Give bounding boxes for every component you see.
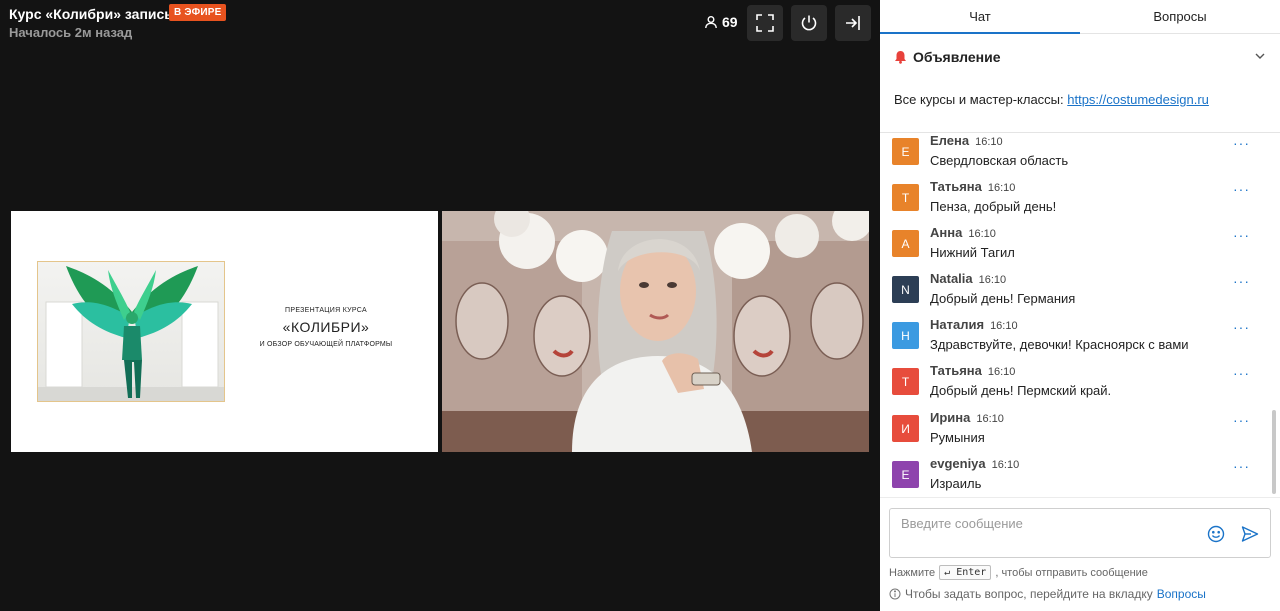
announcement-text: Все курсы и мастер-классы: [894,92,1068,107]
send-hint: Нажмите ↵ Enter , чтобы отправить сообще… [889,565,1148,580]
more-icon[interactable]: ··· [1233,365,1250,381]
send-icon[interactable] [1241,525,1259,543]
broadcast-title: Курс «Колибри» запись [9,6,173,22]
message-text: Нижний Тагил [930,245,1015,260]
message-time: 16:10 [978,274,1007,286]
live-badge: В ЭФИРЕ [169,4,227,21]
message-author: Анна 16:10 [930,225,996,240]
divider [880,497,1280,498]
message-author: Natalia 16:10 [930,271,1007,286]
bell-icon [895,51,906,64]
scrollbar[interactable] [1272,410,1276,494]
message-time: 16:10 [987,366,1016,378]
question-hint: Чтобы задать вопрос, перейдите на вкладк… [889,587,1206,601]
list-item: Т Татьяна 16:10 Пенза, добрый день! ··· [892,179,1262,223]
fullscreen-button[interactable] [747,5,783,41]
list-item: Н Наталия 16:10 Здравствуйте, девочки! Кр… [892,317,1262,361]
message-text: Здравствуйте, девочки! Красноярск с вами [930,337,1189,352]
questions-link[interactable]: Вопросы [1157,587,1206,601]
message-author: Елена 16:10 [930,133,1003,148]
message-text: Израиль [930,476,982,491]
message-time: 16:10 [990,320,1018,332]
message-author: Ирина 16:10 [930,410,1004,425]
chat-panel: Чат Вопросы Объявление Все курсы и масте… [880,0,1280,611]
announcement-link[interactable]: https://costumedesign.ru [1067,92,1209,107]
viewer-count: 69 [704,14,738,30]
avatar: E [892,461,919,488]
announcement-header[interactable]: Объявление [894,49,1001,65]
more-icon[interactable]: ··· [1233,273,1250,289]
more-icon[interactable]: ··· [1233,227,1250,243]
message-list: Е Елена 16:10 Свердловская область ··· Т … [880,133,1270,497]
exit-icon [846,16,860,30]
slide-main-title: «КОЛИБРИ» [282,319,370,335]
avatar: Т [892,368,919,395]
more-icon[interactable]: ··· [1233,135,1250,151]
avatar: N [892,276,919,303]
message-text: Румыния [930,430,985,445]
more-icon[interactable]: ··· [1233,319,1250,335]
fullscreen-icon [756,14,774,32]
power-button[interactable] [791,5,827,41]
user-icon [705,16,717,29]
slide-subtitle-bottom: И ОБЗОР ОБУЧАЮЩЕЙ ПЛАТФОРМЫ [259,341,393,348]
more-icon[interactable]: ··· [1233,412,1250,428]
avatar: Н [892,322,919,349]
tab-questions[interactable]: Вопросы [1080,0,1280,33]
list-item: E evgeniya 16:10 Израиль ··· [892,456,1262,497]
info-icon [889,588,901,600]
chevron-down-icon[interactable] [1254,50,1266,62]
message-author: Наталия 16:10 [930,317,1018,332]
more-icon[interactable]: ··· [1233,458,1250,474]
more-icon[interactable]: ··· [1233,181,1250,197]
panel-tabs: Чат Вопросы [880,0,1280,34]
broadcast-stage: Курс «Колибри» запись В ЭФИРЕ Началось 2… [0,0,880,611]
message-text: Добрый день! Пермский край. [930,383,1112,398]
message-time: 16:10 [968,228,996,240]
message-time: 16:10 [975,136,1003,148]
enter-key: ↵ Enter [939,565,992,580]
list-item: Е Елена 16:10 Свердловская область ··· [892,133,1262,177]
avatar: Е [892,138,919,165]
app-root: Курс «Колибри» запись В ЭФИРЕ Началось 2… [0,0,1280,611]
avatar: А [892,230,919,257]
message-text: Добрый день! Германия [930,291,1076,306]
avatar: И [892,415,919,442]
message-text: Свердловская область [930,153,1069,168]
message-author: evgeniya 16:10 [930,456,1020,471]
announcement-title: Объявление [913,49,1001,65]
announcement-body: Все курсы и мастер-классы: https://costu… [894,92,1209,107]
tab-chat[interactable]: Чат [880,0,1080,34]
list-item: И Ирина 16:10 Румыния ··· [892,410,1262,454]
message-input[interactable] [901,516,1191,531]
message-time: 16:10 [991,459,1020,471]
message-input-box [889,508,1271,558]
slide-photo [37,261,225,402]
presentation-slide: ПРЕЗЕНТАЦИЯ КУРСА «КОЛИБРИ» И ОБЗОР ОБУЧ… [11,211,438,452]
slide-text: ПРЕЗЕНТАЦИЯ КУРСА «КОЛИБРИ» И ОБЗОР ОБУЧ… [251,307,401,348]
list-item: Т Татьяна 16:10 Добрый день! Пермский кра… [892,363,1262,407]
presenter-camera [442,211,869,452]
message-author: Татьяна 16:10 [930,363,1016,378]
viewer-count-value: 69 [722,14,738,30]
started-time: Началось 2м назад [9,25,133,40]
list-item: N Natalia 16:10 Добрый день! Германия ··· [892,271,1262,315]
message-text: Пенза, добрый день! [930,199,1057,214]
power-icon [801,15,817,31]
list-item: А Анна 16:10 Нижний Тагил ··· [892,225,1262,269]
avatar: Т [892,184,919,211]
message-author: Татьяна 16:10 [930,179,1016,194]
message-time: 16:10 [976,413,1004,425]
emoji-icon[interactable] [1207,525,1225,543]
slide-subtitle-top: ПРЕЗЕНТАЦИЯ КУРСА [285,307,367,314]
message-time: 16:10 [987,182,1016,194]
exit-button[interactable] [835,5,871,41]
